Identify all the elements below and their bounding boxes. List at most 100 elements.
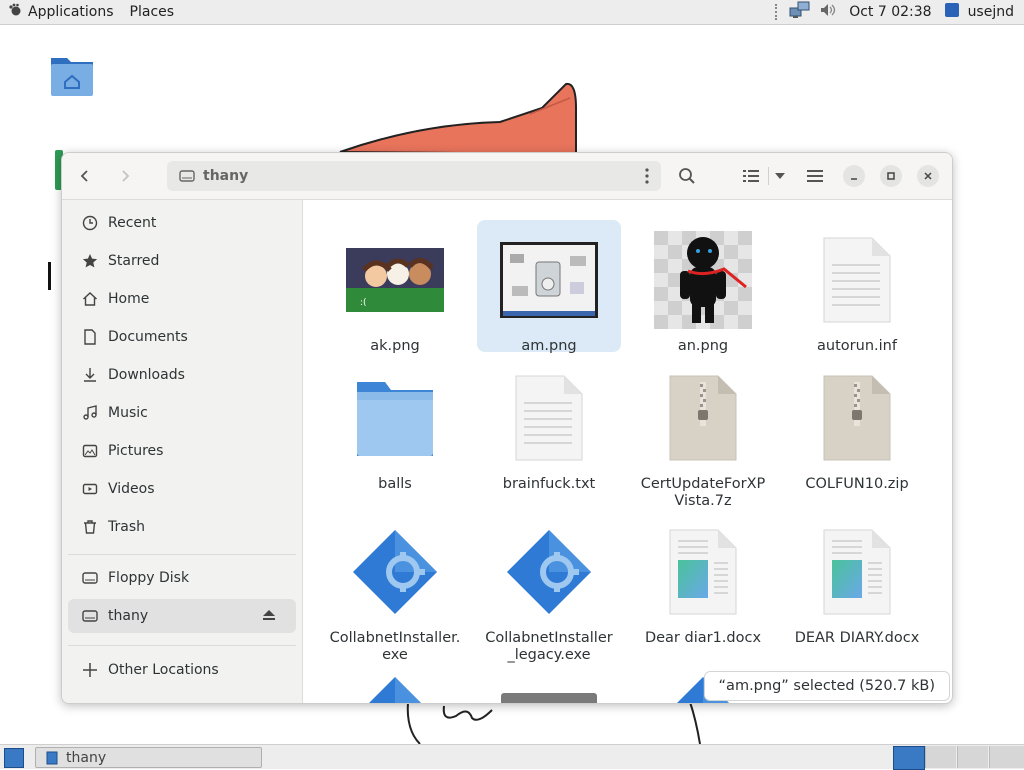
svg-text::(: :( [360,298,367,308]
document-icon [80,327,100,347]
file-name: an.png [677,338,729,354]
list-view-icon [743,170,759,182]
file-name: CollabnetInstaller. exe [329,630,461,663]
folder-icon [345,368,445,468]
file-item-autorun-inf[interactable]: autorun.inf [785,230,929,355]
search-button[interactable] [674,163,700,189]
sidebar-item-label: Recent [108,215,157,231]
file-name: CollabnetInstaller _legacy.exe [485,630,613,663]
file-grid: :( ak.png am.png an.png autorun.inf ball… [303,200,952,703]
archive-icon [807,368,907,468]
path-bar[interactable]: thany [167,161,661,191]
file-item-dear-diar1-docx[interactable]: Dear diar1.docx [631,522,775,662]
file-item-colfun10-zip[interactable]: COLFUN10.zip [785,368,929,508]
taskbar-window-button[interactable]: thany [35,747,262,768]
document-file-icon [653,522,753,622]
main-menu-button[interactable] [802,163,828,189]
image-thumbnail-icon: :( [345,230,445,330]
drive-icon [179,169,195,183]
file-item-collabnet-legacy-exe[interactable]: CollabnetInstaller _legacy.exe [477,522,621,663]
sidebar-item-other-locations[interactable]: Other Locations [68,653,296,687]
file-item-dear-diary-docx[interactable]: DEAR DIARY.docx [785,522,929,662]
volume-icon[interactable] [819,2,837,22]
forward-button[interactable] [112,163,138,189]
file-name: COLFUN10.zip [805,476,909,492]
close-icon [924,172,932,180]
file-name: DEAR DIARY.docx [794,630,920,646]
executable-icon [499,522,599,622]
view-list-button[interactable] [738,163,764,189]
star-icon [80,251,100,271]
sidebar-item-videos[interactable]: Videos [68,472,296,506]
chevron-right-icon [122,170,130,182]
file-item-brainfuck-txt[interactable]: brainfuck.txt [477,368,621,508]
sidebar-item-music[interactable]: Music [68,396,296,430]
sidebar-item-recent[interactable]: Recent [68,206,296,240]
sidebar-separator [68,645,296,646]
file-item-am-png[interactable]: am.png [477,220,621,355]
file-item-balls[interactable]: balls [323,368,467,508]
file-item-ak-png[interactable]: :( ak.png [323,230,467,355]
chevron-down-icon [775,173,785,179]
view-options-button[interactable] [770,163,790,189]
wallpaper-doodle [339,82,577,154]
sidebar-item-downloads[interactable]: Downloads [68,358,296,392]
drive-icon [80,606,100,626]
applications-label: Applications [28,4,114,20]
sidebar-item-floppy-disk[interactable]: Floppy Disk [68,561,296,595]
sidebar-item-label: Floppy Disk [108,570,190,586]
file-name: autorun.inf [817,338,897,354]
workspace-3[interactable] [957,746,988,768]
executable-icon[interactable] [355,675,435,703]
clock[interactable]: Oct 7 02:38 [849,4,931,20]
back-button[interactable] [72,163,98,189]
kebab-menu-icon[interactable] [645,167,649,189]
applications-menu[interactable]: Applications [0,0,124,24]
maximize-button[interactable] [880,165,902,187]
sidebar-item-starred[interactable]: Starred [68,244,296,278]
file-name: am.png [521,338,577,354]
workspace-4[interactable] [989,746,1024,768]
download-icon [80,365,100,385]
file-item-an-png[interactable]: an.png [631,230,775,355]
panel-separator [775,4,781,20]
sidebar-item-pictures[interactable]: Pictures [68,434,296,468]
path-label[interactable]: thany [203,168,248,184]
minimize-button[interactable] [843,165,865,187]
clock-icon [80,213,100,233]
workspace-2[interactable] [925,746,956,768]
desktop-home-folder-icon[interactable] [50,52,94,96]
sidebar-item-home[interactable]: Home [68,282,296,316]
show-desktop-icon[interactable] [4,748,24,768]
sidebar-item-label: Music [108,405,148,421]
places-menu[interactable]: Places [124,0,185,24]
workspace-1[interactable] [893,746,925,770]
wallpaper-stroke [48,262,51,290]
minimize-icon [851,178,857,180]
maximize-icon [887,172,895,180]
file-item-certupdate-7z[interactable]: CertUpdateForXP Vista.7z [631,368,775,509]
user-name[interactable]: usejnd [968,4,1014,20]
eject-icon[interactable] [262,609,276,625]
text-file-icon [499,368,599,468]
wallpaper-doodle-bottom [406,701,701,745]
sidebar-item-trash[interactable]: Trash [68,510,296,544]
chevron-left-icon [80,170,88,182]
gnome-foot-icon [8,3,22,21]
sidebar-item-thany[interactable]: thany [68,599,296,633]
horizontal-scrollbar[interactable] [501,693,597,703]
toolbar-divider [768,167,769,185]
sidebar-separator [68,554,296,555]
sidebar-item-documents[interactable]: Documents [68,320,296,354]
archive-icon [653,368,753,468]
hamburger-menu-icon [807,170,823,182]
sidebar-item-label: Downloads [108,367,185,383]
sidebar-item-label: thany [108,608,149,624]
sidebar-item-label: Pictures [108,443,164,459]
document-file-icon [807,522,907,622]
network-icon[interactable] [789,1,811,23]
sidebar-item-label: Trash [108,519,145,535]
close-button[interactable] [917,165,939,187]
file-item-collabnet-exe[interactable]: CollabnetInstaller. exe [323,522,467,663]
picture-icon [80,441,100,461]
